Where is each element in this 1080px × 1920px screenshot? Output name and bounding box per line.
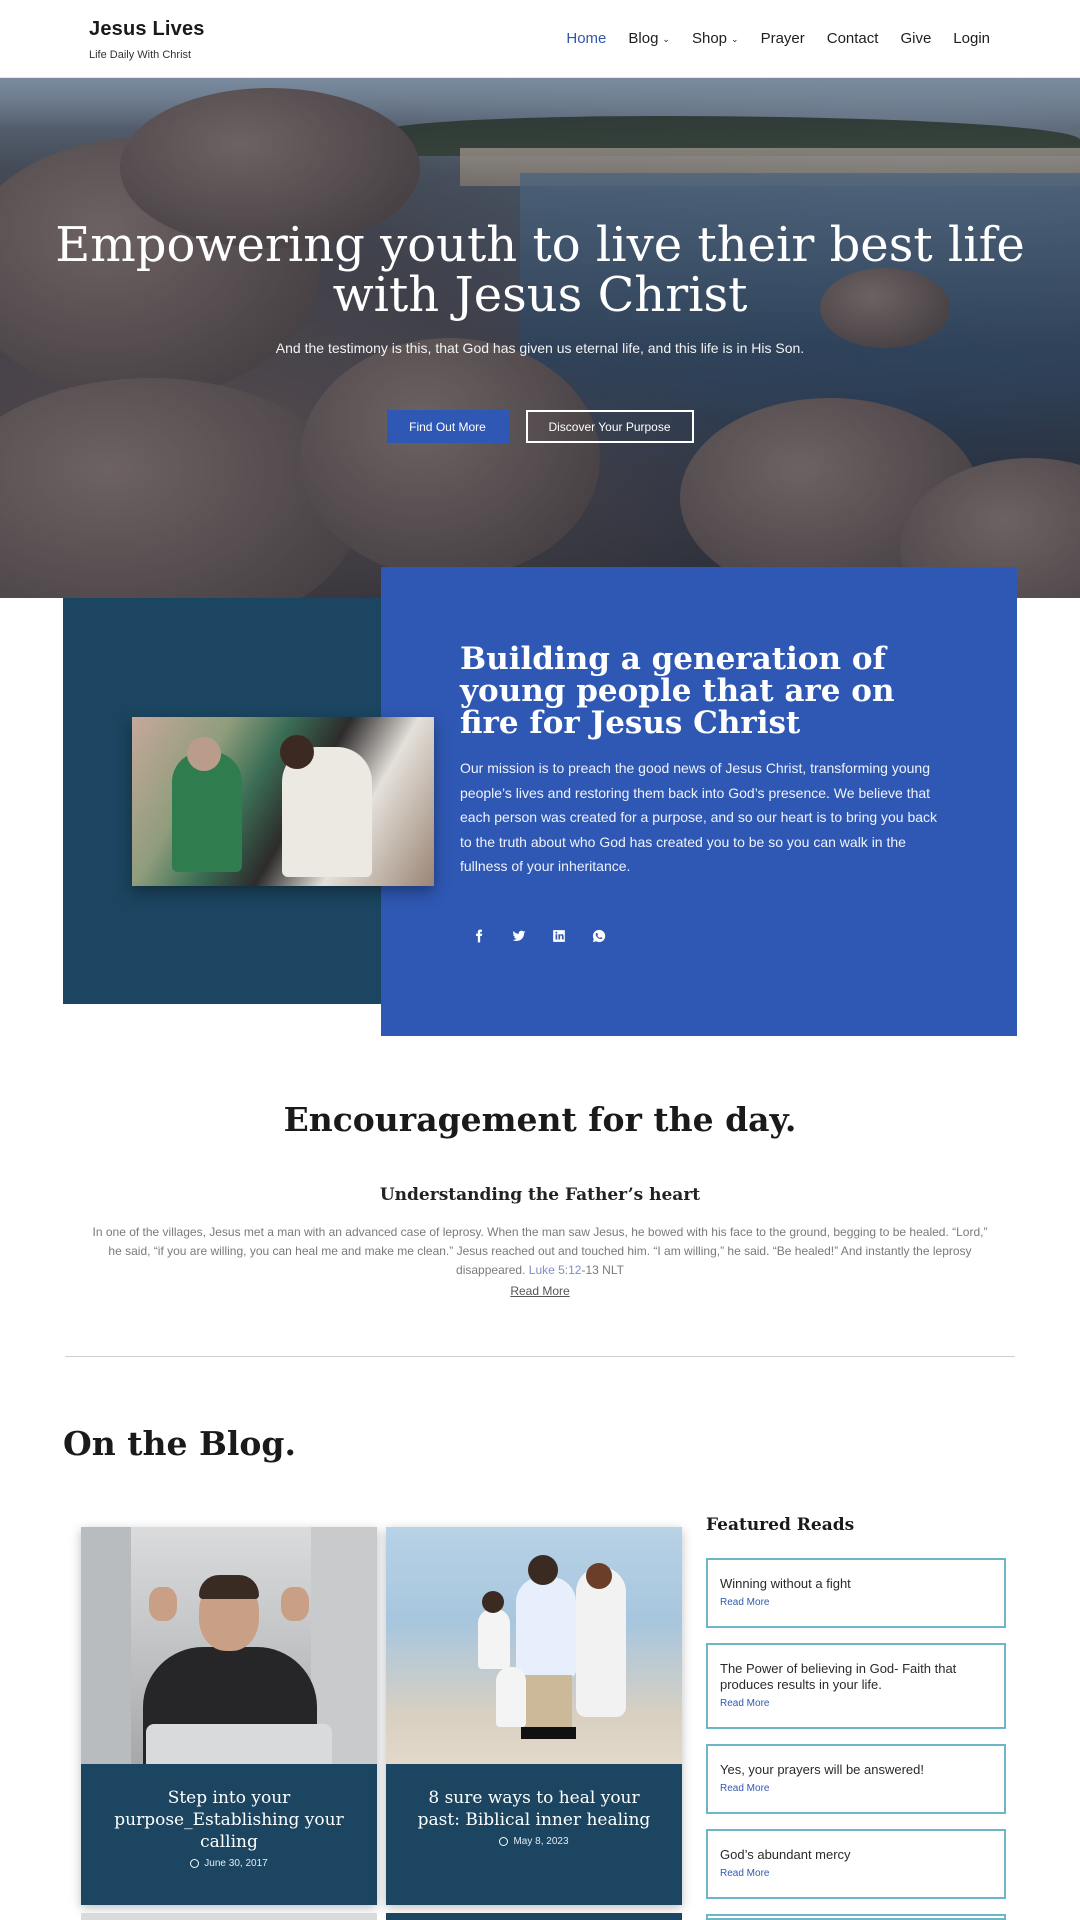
hero-title: Empowering youth to live their best life…: [55, 217, 1025, 323]
featured-item-title[interactable]: Winning without a fight: [720, 1576, 992, 1592]
clock-icon: [499, 1837, 509, 1846]
featured-item-title[interactable]: Yes, your prayers will be answered!: [720, 1762, 992, 1778]
featured-read-more-link[interactable]: Read More: [720, 1698, 992, 1709]
nav-login-label[interactable]: Login: [953, 30, 990, 47]
chevron-down-icon[interactable]: ⌄: [731, 34, 739, 45]
encouragement-text: In one of the villages, Jesus met a man …: [85, 1223, 995, 1280]
mission-panel: Building a generation of young people th…: [381, 567, 1017, 1036]
whatsapp-icon[interactable]: [590, 927, 608, 945]
blog-card-date-text: May 8, 2023: [513, 1836, 569, 1847]
photo-person-head: [187, 737, 221, 771]
brand[interactable]: Jesus Lives Life Daily With Christ: [89, 18, 205, 61]
encouragement-title: Encouragement for the day.: [283, 1100, 797, 1139]
nav-login[interactable]: Login: [953, 30, 990, 47]
blog-card[interactable]: Step into your purpose_Establishing your…: [81, 1527, 377, 1905]
nav-blog[interactable]: Blog ⌄: [628, 30, 670, 47]
photo-person-head: [280, 735, 314, 769]
twitter-icon[interactable]: [510, 927, 528, 945]
blog-card-date: June 30, 2017: [81, 1858, 377, 1869]
nav-give-label[interactable]: Give: [900, 30, 931, 47]
featured-item[interactable]: Yes, your prayers will be answered! Read…: [706, 1744, 1006, 1814]
featured-item-next[interactable]: [706, 1914, 1006, 1920]
blog-card-body: 8 sure ways to heal your past: Biblical …: [386, 1764, 682, 1905]
find-out-more-button[interactable]: Find Out More: [386, 410, 509, 443]
nav-prayer-label[interactable]: Prayer: [761, 30, 805, 47]
blog-card-title[interactable]: 8 sure ways to heal your past: Biblical …: [386, 1787, 682, 1831]
nav-shop-label[interactable]: Shop: [692, 30, 727, 47]
nav-contact-label[interactable]: Contact: [827, 30, 879, 47]
nav-prayer[interactable]: Prayer: [761, 30, 805, 47]
mission-title: Building a generation of young people th…: [460, 641, 895, 741]
featured-item[interactable]: God’s abundant mercy Read More: [706, 1829, 1006, 1899]
clock-icon: [190, 1859, 200, 1868]
featured-item[interactable]: The Power of believing in God- Faith tha…: [706, 1643, 1006, 1729]
social-links: [470, 927, 608, 945]
section-divider: [65, 1356, 1015, 1357]
nav-shop[interactable]: Shop ⌄: [692, 30, 739, 47]
blog-card-title[interactable]: Step into your purpose_Establishing your…: [81, 1787, 377, 1853]
featured-item-title[interactable]: God’s abundant mercy: [720, 1847, 992, 1863]
featured-read-more-link[interactable]: Read More: [720, 1597, 992, 1608]
featured-item[interactable]: Winning without a fight Read More: [706, 1558, 1006, 1628]
mission-text: Our mission is to preach the good news o…: [460, 760, 938, 874]
blog-card-body: Step into your purpose_Establishing your…: [81, 1764, 377, 1905]
hero-buttons: Find Out More Discover Your Purpose: [0, 410, 1080, 443]
blog-card-next[interactable]: [81, 1913, 377, 1920]
mission-photo: [132, 717, 434, 886]
featured-read-more-link[interactable]: Read More: [720, 1783, 992, 1794]
site-header: Jesus Lives Life Daily With Christ Home …: [0, 0, 1080, 78]
blog-card-date-text: June 30, 2017: [204, 1858, 268, 1869]
main-nav: Home Blog ⌄ Shop ⌄ Prayer Contact Give Log…: [566, 30, 990, 47]
scripture-reference-rest: -13 NLT: [581, 1263, 624, 1277]
nav-contact[interactable]: Contact: [827, 30, 879, 47]
discover-purpose-button[interactable]: Discover Your Purpose: [525, 410, 694, 443]
scripture-reference-link[interactable]: Luke 5:12: [529, 1263, 582, 1277]
nav-give[interactable]: Give: [900, 30, 931, 47]
brand-tagline: Life Daily With Christ: [89, 49, 192, 61]
chevron-down-icon[interactable]: ⌄: [662, 34, 670, 45]
blog-title: On the Blog.: [63, 1424, 296, 1463]
featured-item-title[interactable]: The Power of believing in God- Faith tha…: [720, 1661, 992, 1693]
hero-section: Empowering youth to live their best life…: [0, 78, 1080, 598]
encouragement-subtitle: Understanding the Father’s heart: [379, 1185, 701, 1205]
nav-home-label[interactable]: Home: [566, 30, 606, 47]
nav-home[interactable]: Home: [566, 30, 606, 47]
blog-card-image[interactable]: [81, 1527, 377, 1764]
blog-card-next[interactable]: [386, 1913, 682, 1920]
nav-blog-label[interactable]: Blog: [628, 30, 658, 47]
encouragement-read-more: Read More: [0, 1284, 1080, 1298]
blog-card-image[interactable]: [386, 1527, 682, 1764]
linkedin-icon[interactable]: [550, 927, 568, 945]
hero-overlay: [0, 78, 1080, 598]
hero-subtitle: And the testimony is this, that God has …: [275, 340, 805, 356]
facebook-icon[interactable]: [470, 927, 488, 945]
blog-card[interactable]: 8 sure ways to heal your past: Biblical …: [386, 1527, 682, 1905]
blog-card-date: May 8, 2023: [386, 1836, 682, 1847]
brand-title[interactable]: Jesus Lives: [89, 18, 205, 41]
featured-read-more-link[interactable]: Read More: [720, 1868, 992, 1879]
read-more-link[interactable]: Read More: [510, 1284, 569, 1298]
featured-reads-title: Featured Reads: [706, 1515, 855, 1535]
